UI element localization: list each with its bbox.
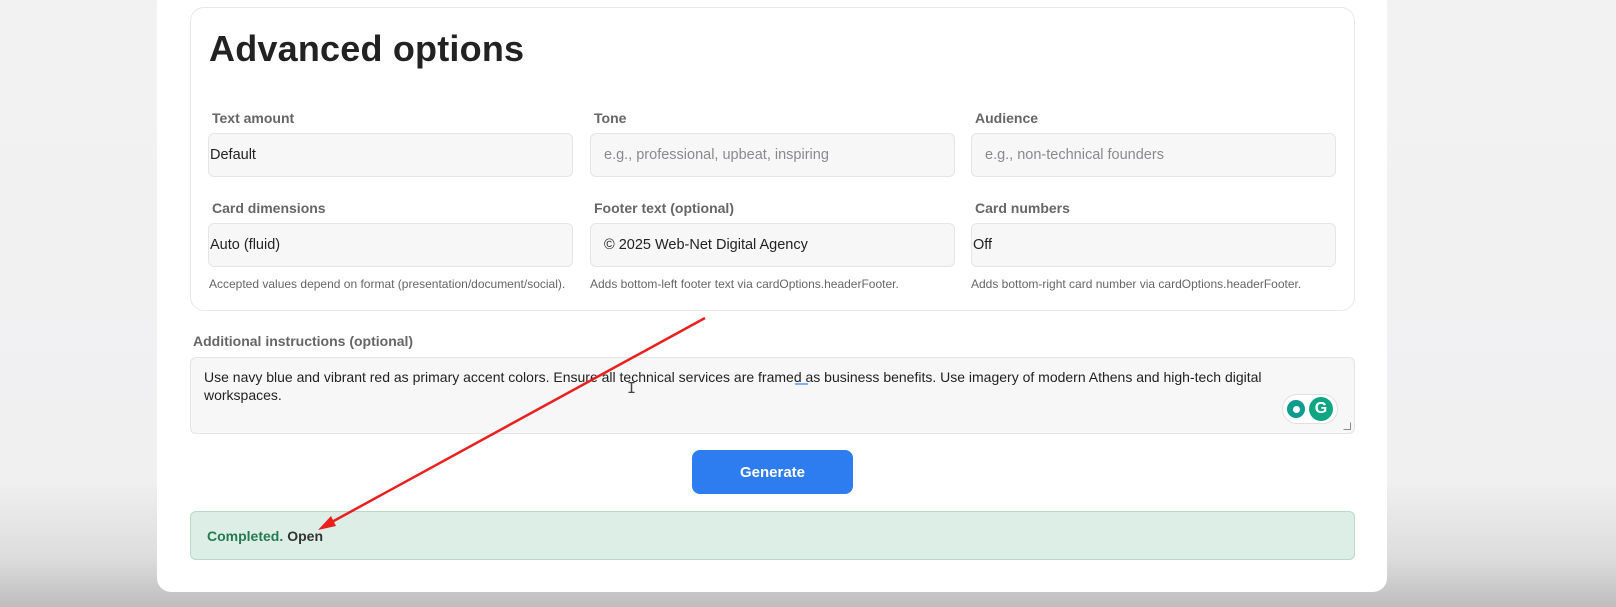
annotation-arrow-line bbox=[329, 316, 706, 525]
annotation-arrow-head bbox=[318, 516, 336, 530]
annotation-arrow bbox=[318, 316, 706, 530]
